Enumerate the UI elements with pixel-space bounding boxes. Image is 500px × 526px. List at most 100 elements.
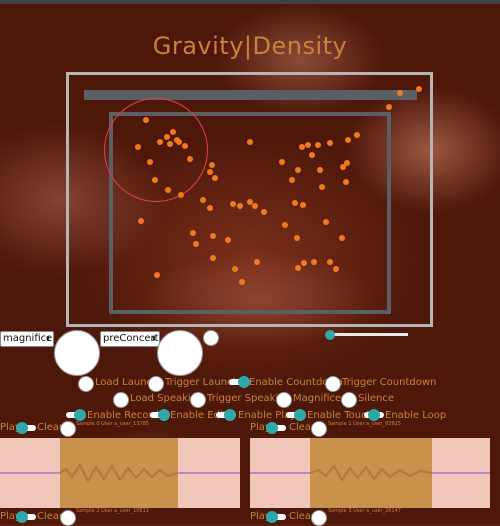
particle — [311, 259, 317, 265]
enable-touch-toggle[interactable] — [286, 409, 306, 421]
particle — [386, 104, 392, 110]
particle — [182, 143, 188, 149]
particle — [343, 179, 349, 185]
particle — [178, 192, 184, 198]
particle — [176, 139, 182, 145]
particle — [327, 140, 333, 146]
sample-3-play-toggle[interactable] — [266, 511, 286, 523]
trigger-countdown-label: Trigger Countdown — [342, 377, 437, 388]
density-slider[interactable] — [330, 333, 408, 336]
chevron-updown-icon: ⬍ — [45, 335, 51, 343]
big-circle-button-left[interactable] — [54, 330, 100, 376]
sample-1-play-toggle[interactable] — [266, 422, 286, 434]
sample-1-waveform[interactable] — [250, 438, 490, 508]
sample-1-clear-button[interactable] — [311, 421, 327, 437]
particle — [138, 218, 144, 224]
sample-2-caption: Sample 2 User a_user_10611 — [76, 508, 149, 514]
preset-select[interactable]: magnificent⬍ — [0, 331, 54, 347]
particle — [294, 235, 300, 241]
small-circle-button[interactable] — [203, 330, 219, 346]
particle — [339, 235, 345, 241]
sample-0-clear-button[interactable] — [60, 421, 76, 437]
particle — [187, 156, 193, 162]
sample-3-caption: Sample 3 User a_user_26147 — [328, 508, 401, 514]
trigger-launch-label: Trigger Launch — [165, 377, 239, 388]
particle — [193, 241, 199, 247]
particle — [237, 203, 243, 209]
gravity-circle[interactable] — [104, 98, 208, 202]
sample-0-caption: Sample 0 User a_user_13785 — [76, 421, 149, 427]
particle — [282, 222, 288, 228]
load-launch-button[interactable] — [78, 376, 94, 392]
particle — [317, 167, 323, 173]
trigger-countdown-button[interactable] — [325, 376, 341, 392]
sample-0-waveform[interactable] — [0, 438, 240, 508]
particle — [397, 90, 403, 96]
particle — [301, 260, 307, 266]
particle — [345, 137, 351, 143]
trigger-launch-button[interactable] — [148, 376, 164, 392]
particle — [135, 144, 141, 150]
particle — [247, 139, 253, 145]
particle — [252, 203, 258, 209]
particle — [225, 237, 231, 243]
particle — [319, 184, 325, 190]
chevron-updown-icon: ⬍ — [151, 335, 157, 343]
particle — [147, 159, 153, 165]
particle — [207, 205, 213, 211]
particle — [354, 132, 360, 138]
particle — [200, 197, 206, 203]
particle — [143, 117, 149, 123]
silence-button[interactable] — [341, 392, 357, 408]
particle — [165, 187, 171, 193]
particle — [212, 175, 218, 181]
particle — [157, 139, 163, 145]
sample-0-play-toggle[interactable] — [16, 422, 36, 434]
particle — [154, 272, 160, 278]
particle — [261, 209, 267, 215]
particle — [295, 265, 301, 271]
particle — [152, 177, 158, 183]
silence-label: Silence — [358, 393, 395, 404]
particle — [333, 266, 339, 272]
particle — [279, 159, 285, 165]
particle — [190, 230, 196, 236]
particle — [254, 259, 260, 265]
particle — [207, 169, 213, 175]
load-speaking-button[interactable] — [113, 392, 129, 408]
trigger-speaking-button[interactable] — [190, 392, 206, 408]
particle — [323, 219, 329, 225]
enable-record-label: Enable Record — [87, 410, 159, 421]
big-circle-button-right[interactable] — [157, 330, 203, 376]
particle — [239, 279, 245, 285]
enable-edit-toggle[interactable] — [150, 409, 170, 421]
particle — [340, 164, 346, 170]
sample-1-caption: Sample 1 User a_user_92915 — [328, 421, 401, 427]
magnificent-button[interactable] — [276, 392, 292, 408]
enable-loop-label: Enable Loop — [385, 410, 447, 421]
particle — [327, 259, 333, 265]
enable-record-toggle[interactable] — [66, 409, 86, 421]
sample-1-wave-svg — [250, 464, 490, 482]
particle — [164, 134, 170, 140]
particle — [295, 167, 301, 173]
enable-countdown-toggle[interactable] — [229, 376, 250, 388]
density-slider-knob[interactable] — [325, 330, 335, 340]
particle — [309, 152, 315, 158]
particle — [232, 266, 238, 272]
enable-loop-toggle[interactable] — [364, 409, 384, 421]
enable-play-toggle[interactable] — [216, 409, 236, 421]
frame-bar — [84, 90, 417, 100]
particle — [416, 86, 422, 92]
particle — [210, 233, 216, 239]
state-select[interactable]: preConcert ⬍ — [100, 331, 160, 347]
particle — [210, 255, 216, 261]
particle — [300, 202, 306, 208]
particle — [292, 200, 298, 206]
particle — [167, 141, 173, 147]
page-title: Gravity|Density — [152, 32, 348, 60]
particle — [209, 162, 215, 168]
sample-2-play-toggle[interactable] — [16, 511, 36, 523]
particle — [230, 201, 236, 207]
particle — [305, 142, 311, 148]
